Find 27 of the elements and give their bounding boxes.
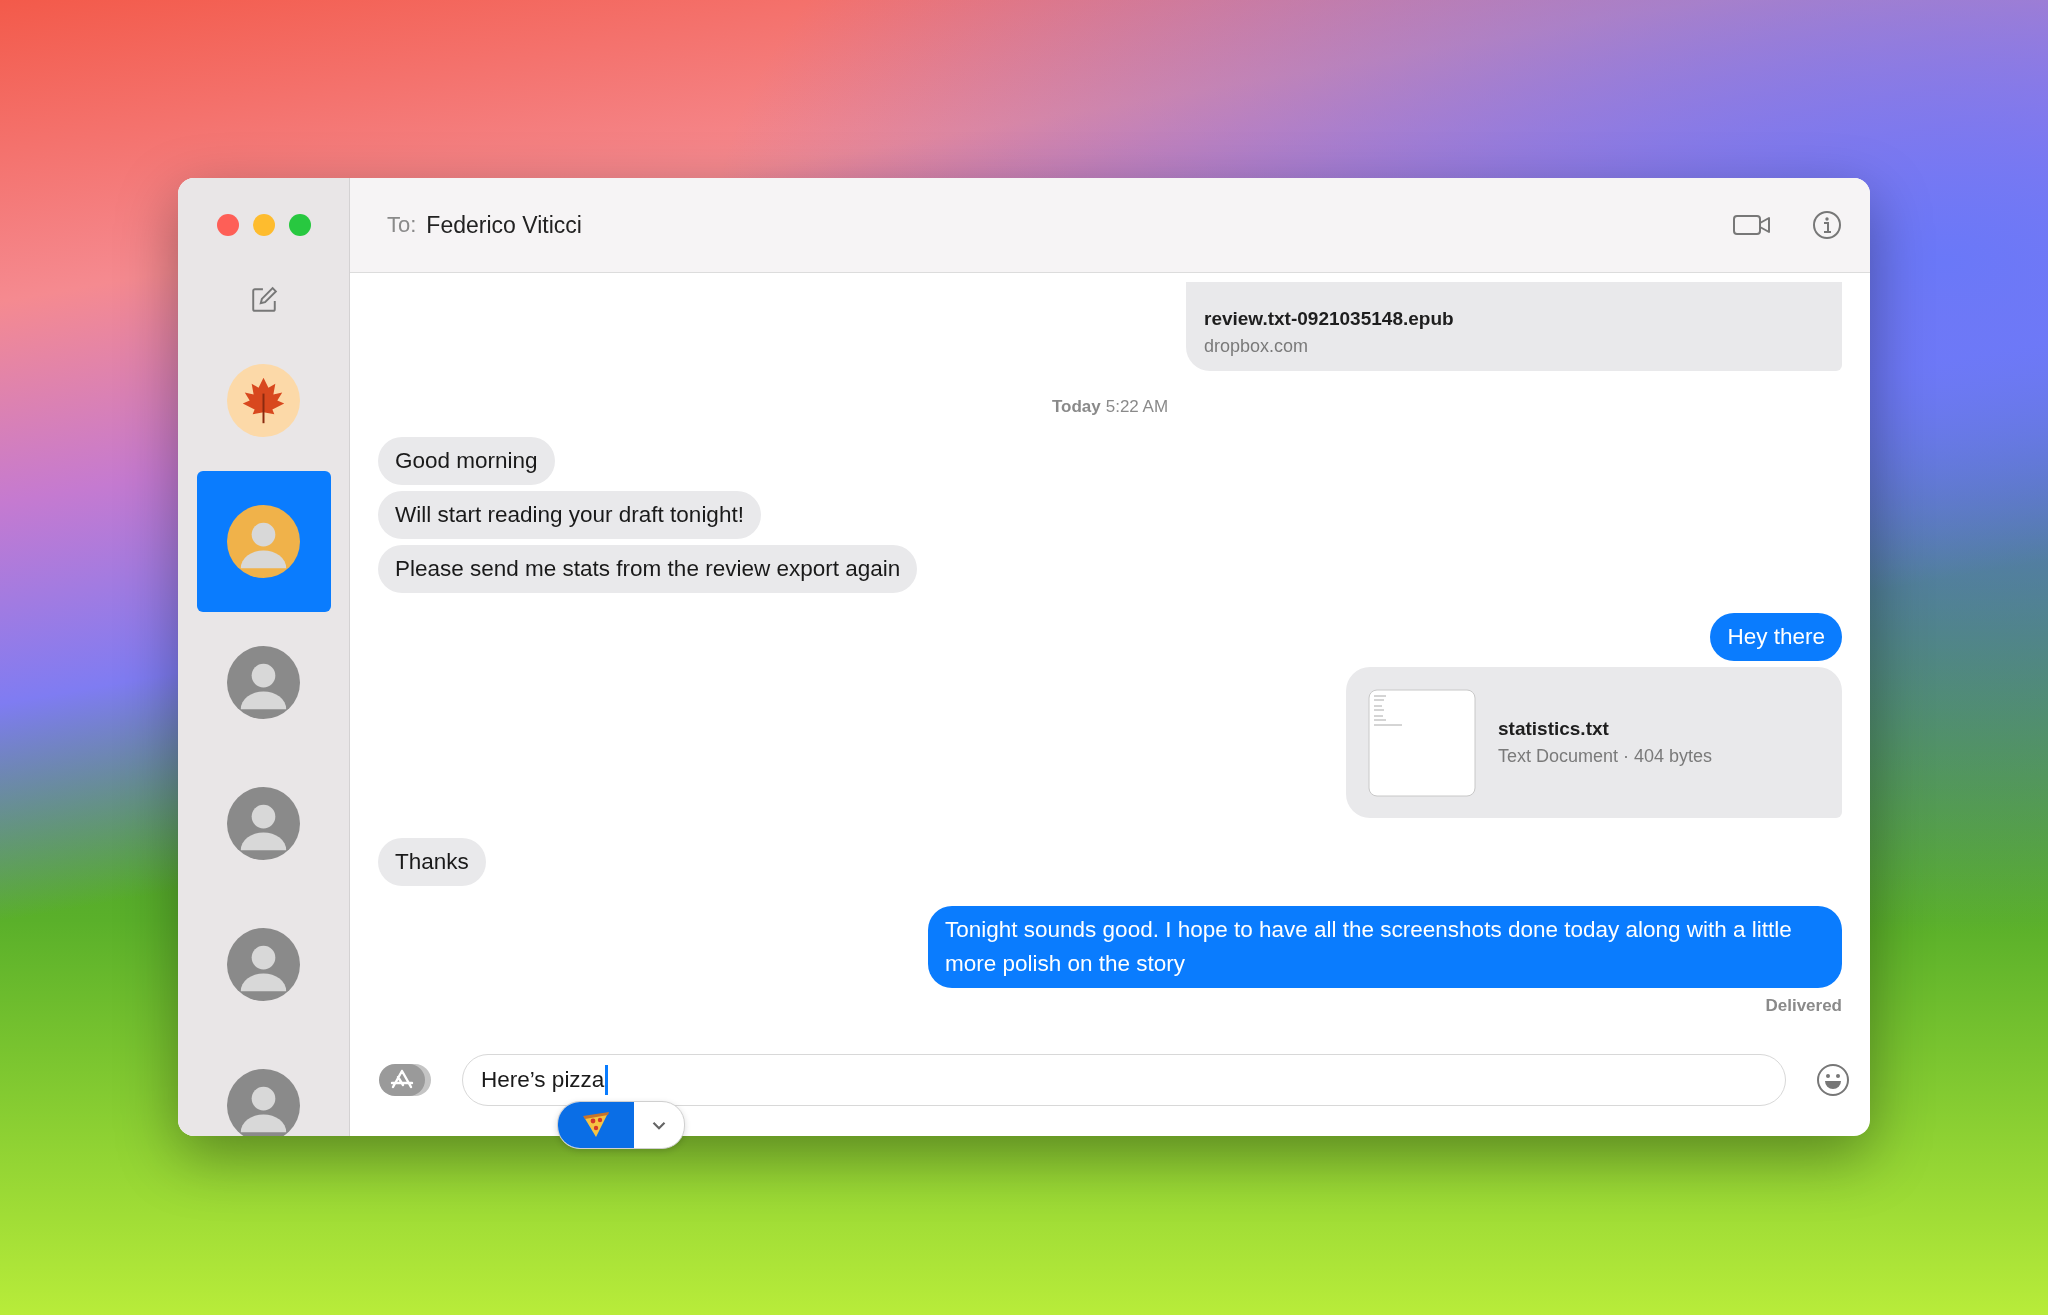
message-bubble: Hey there bbox=[1710, 613, 1842, 661]
emoji-suggestion-button[interactable] bbox=[558, 1102, 634, 1148]
file-details: Text Document · 404 bytes bbox=[1498, 746, 1713, 767]
close-button[interactable] bbox=[216, 214, 239, 236]
message-bubble: Will start reading your draft tonight! bbox=[378, 491, 761, 539]
leaf-avatar-icon bbox=[227, 364, 300, 437]
app-store-icon[interactable] bbox=[378, 1063, 432, 1097]
info-icon[interactable] bbox=[1812, 210, 1842, 240]
conversation-item[interactable] bbox=[196, 471, 331, 612]
video-camera-icon[interactable] bbox=[1732, 212, 1772, 238]
to-label: To: bbox=[387, 212, 417, 238]
compose-icon[interactable] bbox=[249, 286, 278, 314]
file-attachment-bubble[interactable]: statistics.txt Text Document · 404 bytes bbox=[1346, 667, 1842, 818]
message-bubble: Please send me stats from the review export again bbox=[378, 545, 918, 593]
delivery-status: Delivered bbox=[1765, 996, 1842, 1015]
timestamp-day: Today bbox=[1051, 397, 1101, 417]
link-domain: dropbox.com bbox=[1204, 336, 1310, 357]
link-title: review.txt-0921035148.epub bbox=[1204, 308, 1455, 330]
file-name: statistics.txt bbox=[1498, 718, 1610, 740]
recipient-name: Federico Viticci bbox=[426, 211, 582, 239]
emoji-icon[interactable] bbox=[1816, 1063, 1850, 1097]
message-bubble: Good morning bbox=[378, 437, 555, 485]
message-bubble: Thanks bbox=[378, 838, 486, 886]
link-preview-bubble[interactable]: review.txt-0921035148.epub dropbox.com bbox=[1186, 282, 1842, 371]
zoom-button[interactable] bbox=[288, 214, 311, 236]
message-bubble: Tonight sounds good. I hope to have all the screenshots done today along with a little more polish on the story bbox=[928, 906, 1842, 988]
timestamp-time: 5:22 AM bbox=[1105, 397, 1169, 417]
